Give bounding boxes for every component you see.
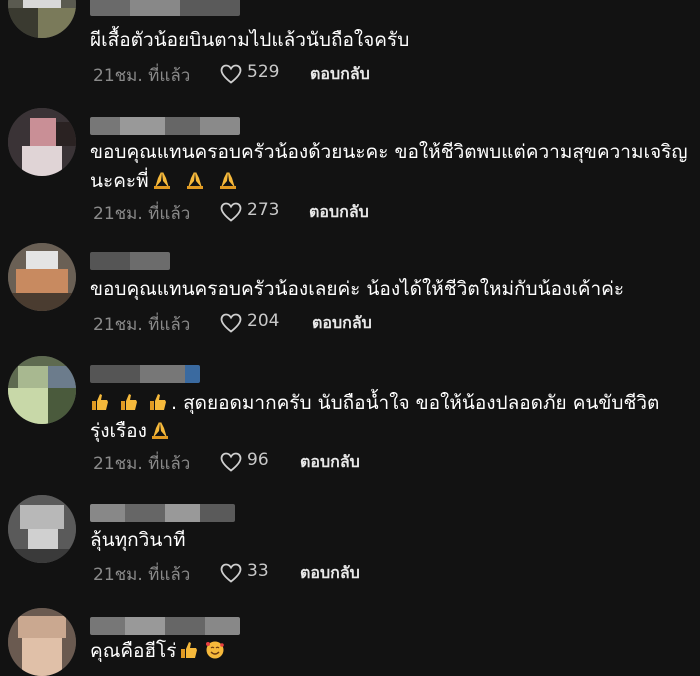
comment-text: ขอบคุณแทนครอบครัวน้องเลยค่ะ น้องได้ให้ชี… — [90, 278, 625, 300]
avatar[interactable] — [8, 0, 76, 38]
username-blurred[interactable] — [90, 0, 240, 16]
comment-meta: 21ชม. ที่แล้ว 96 ตอบกลับ — [90, 450, 690, 474]
comment-text: ผีเสื้อตัวน้อยบินตามไปแล้วนับถือใจครับ — [90, 29, 410, 51]
thumbs-up-emoji — [92, 394, 108, 410]
comment-meta: 21ชม. ที่แล้ว 273 ตอบกลับ — [90, 200, 690, 224]
comment-text-content: คุณคือฮีโร่ — [90, 640, 177, 662]
reply-button[interactable]: ตอบกลับ — [312, 311, 372, 336]
timestamp: 21ชม. ที่แล้ว — [93, 565, 191, 585]
comment-text-line-1-text: . สุดยอดมากครับ นับถือน้ำใจ ขอให้น้องปลอ… — [171, 392, 660, 414]
thumbs-up-emoji — [150, 394, 166, 410]
comment-text-line-1: ขอบคุณแทนครอบครัวน้องด้วยนะคะ ขอให้ชีวิต… — [90, 141, 688, 163]
avatar[interactable] — [8, 243, 76, 311]
folded-hands-emoji — [153, 172, 170, 189]
heart-outline-icon[interactable] — [219, 200, 243, 224]
heart-outline-icon[interactable] — [219, 311, 243, 335]
comment-meta: 21ชม. ที่แล้ว 33 ตอบกลับ — [90, 561, 690, 585]
heart-outline-icon[interactable] — [219, 450, 243, 474]
reply-button[interactable]: ตอบกลับ — [309, 200, 369, 225]
comment-text-line-2: นะคะพี่ — [90, 167, 241, 196]
avatar[interactable] — [8, 108, 76, 176]
comment-text-line-1: . สุดยอดมากครับ นับถือน้ำใจ ขอให้น้องปลอ… — [90, 389, 659, 418]
reply-button[interactable]: ตอบกลับ — [300, 450, 360, 475]
avatar[interactable] — [8, 495, 76, 563]
folded-hands-emoji — [186, 172, 203, 189]
avatar[interactable] — [8, 608, 76, 676]
comment-text-line-2-text: รุ่งเรือง — [90, 420, 147, 442]
timestamp: 21ชม. ที่แล้ว — [93, 66, 191, 86]
comment-meta: 21ชม. ที่แล้ว 204 ตอบกลับ — [90, 311, 690, 335]
like-count: 273 — [247, 200, 280, 220]
timestamp: 21ชม. ที่แล้ว — [93, 315, 191, 335]
thumbs-up-emoji — [181, 642, 198, 658]
username-blurred[interactable] — [90, 617, 240, 635]
reply-button[interactable]: ตอบกลับ — [310, 62, 370, 87]
like-count: 529 — [247, 62, 280, 82]
folded-hands-emoji — [151, 422, 168, 439]
smiling-face-with-hearts-emoji — [206, 641, 225, 659]
like-count: 33 — [247, 561, 269, 581]
like-count: 204 — [247, 311, 280, 331]
username-blurred[interactable] — [90, 252, 170, 270]
username-blurred[interactable] — [90, 504, 235, 522]
comment-text-line-2: รุ่งเรือง — [90, 417, 173, 446]
avatar[interactable] — [8, 356, 76, 424]
username-blurred[interactable] — [90, 117, 240, 135]
comment-meta: 21ชม. ที่แล้ว 529 ตอบกลับ — [90, 62, 690, 86]
comment-text: ลุ้นทุกวินาที — [90, 529, 186, 551]
folded-hands-emoji — [219, 172, 236, 189]
comment-text-line-2-text: นะคะพี่ — [90, 170, 149, 192]
thumbs-up-emoji — [121, 394, 137, 410]
heart-outline-icon[interactable] — [219, 561, 243, 585]
timestamp: 21ชม. ที่แล้ว — [93, 454, 191, 474]
like-count: 96 — [247, 450, 269, 470]
reply-button[interactable]: ตอบกลับ — [300, 561, 360, 586]
username-blurred[interactable] — [90, 365, 200, 383]
heart-outline-icon[interactable] — [219, 62, 243, 86]
timestamp: 21ชม. ที่แล้ว — [93, 204, 191, 224]
comment-text: คุณคือฮีโร่ — [90, 637, 228, 666]
